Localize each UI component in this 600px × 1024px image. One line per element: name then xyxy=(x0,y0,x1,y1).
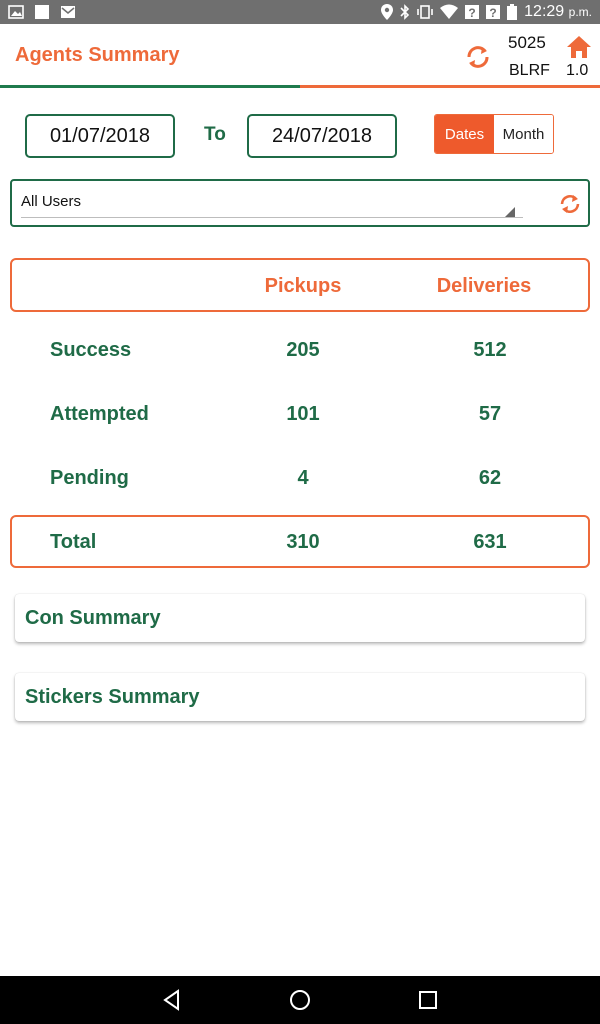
user-select[interactable]: All Users xyxy=(21,193,81,210)
user-select-container: All Users xyxy=(10,179,590,227)
select-underline xyxy=(21,217,523,218)
dropdown-arrow-icon[interactable] xyxy=(505,207,515,217)
status-bar: ? ? 12:29 p.m. xyxy=(0,0,600,24)
no-signal-icon: ? xyxy=(486,5,501,20)
svg-text:?: ? xyxy=(468,6,475,20)
column-header-deliveries: Deliveries xyxy=(436,275,532,297)
success-deliveries: 512 xyxy=(473,339,507,361)
home-icon[interactable] xyxy=(566,35,592,59)
no-signal-icon: ? xyxy=(465,5,480,20)
back-icon[interactable] xyxy=(160,988,184,1012)
page-title: Agents Summary xyxy=(15,44,180,66)
column-header-pickups: Pickups xyxy=(264,275,342,297)
stickers-summary-label: Stickers Summary xyxy=(25,686,200,708)
square-icon xyxy=(35,5,49,19)
svg-text:?: ? xyxy=(489,6,496,20)
status-time: 12:29 p.m. xyxy=(524,3,592,21)
app-bar: Agents Summary 5025 BLRF 1.0 xyxy=(0,24,600,88)
con-summary-label: Con Summary xyxy=(25,607,161,629)
mail-icon xyxy=(61,6,75,18)
header-divider-green xyxy=(0,85,300,88)
status-right-icons: ? ? 12:29 p.m. xyxy=(381,3,592,21)
to-label: To xyxy=(204,124,226,145)
dates-mode-button[interactable]: Dates xyxy=(435,115,494,153)
month-mode-button[interactable]: Month xyxy=(494,115,553,153)
attempted-deliveries: 57 xyxy=(478,403,502,425)
row-label-success: Success xyxy=(50,339,132,361)
battery-icon xyxy=(507,4,518,20)
recents-icon[interactable] xyxy=(416,988,440,1012)
status-time-value: 12:29 xyxy=(524,3,565,20)
vibrate-icon xyxy=(417,5,433,19)
app-version: 1.0 xyxy=(566,62,589,79)
row-label-attempted: Attempted xyxy=(50,403,149,425)
wifi-icon xyxy=(440,4,459,19)
home-circle-icon[interactable] xyxy=(288,988,312,1012)
refresh-icon[interactable] xyxy=(463,42,493,72)
pending-deliveries: 62 xyxy=(478,467,502,489)
branch-name: BLRF xyxy=(509,62,550,79)
row-label-total: Total xyxy=(50,531,97,553)
status-left-icons xyxy=(8,4,76,20)
attempted-pickups: 101 xyxy=(286,403,320,425)
total-pickups: 310 xyxy=(286,531,320,553)
success-pickups: 205 xyxy=(286,339,320,361)
status-time-suffix: p.m. xyxy=(568,5,592,19)
con-summary-card[interactable]: Con Summary xyxy=(15,594,585,642)
row-label-pending: Pending xyxy=(50,467,129,489)
stickers-summary-card[interactable]: Stickers Summary xyxy=(15,673,585,721)
header-divider-orange xyxy=(300,85,600,88)
from-date-field[interactable]: 01/07/2018 xyxy=(25,114,175,158)
to-date-field[interactable]: 24/07/2018 xyxy=(247,114,397,158)
pending-pickups: 4 xyxy=(297,467,309,489)
total-deliveries: 631 xyxy=(473,531,507,553)
refresh-icon[interactable] xyxy=(558,192,582,216)
date-mode-toggle: Dates Month xyxy=(434,114,554,154)
image-icon xyxy=(8,5,24,19)
navigation-bar xyxy=(0,976,600,1024)
branch-code: 5025 xyxy=(508,33,546,52)
location-icon xyxy=(381,4,394,20)
bluetooth-icon xyxy=(400,4,410,20)
